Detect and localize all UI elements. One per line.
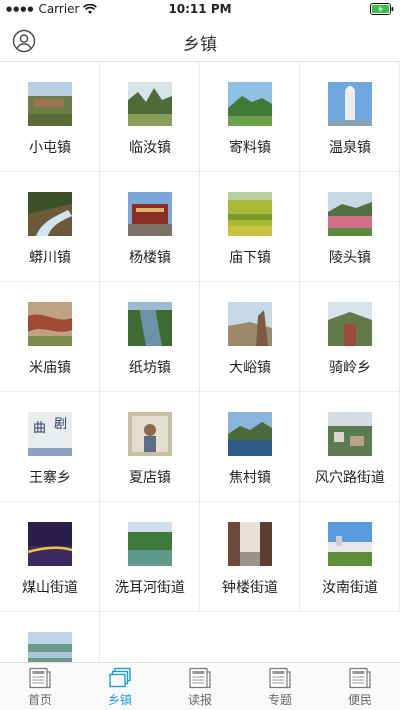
- town-thumbnail: [128, 412, 172, 456]
- town-thumbnail: [128, 82, 172, 126]
- town-label: 夏店镇: [129, 470, 171, 486]
- newspaper-icon: [348, 667, 372, 689]
- town-item-zhifang[interactable]: 纸坊镇: [100, 282, 200, 392]
- town-thumbnail: [28, 192, 72, 236]
- town-thumbnail: [28, 82, 72, 126]
- page-title: 乡镇: [183, 35, 217, 55]
- newspaper-icon: [188, 667, 212, 689]
- town-thumbnail: [328, 412, 372, 456]
- tab-topics[interactable]: 专题: [240, 663, 320, 710]
- town-thumbnail: [328, 82, 372, 126]
- town-item-linru[interactable]: 临汝镇: [100, 62, 200, 172]
- status-bar: ●●●● Carrier 10:11 PM: [0, 0, 400, 20]
- town-item-jiaocun[interactable]: 焦村镇: [200, 392, 300, 502]
- status-right: [370, 3, 394, 15]
- town-item-wenquan[interactable]: 温泉镇: [300, 62, 400, 172]
- town-grid: 小屯镇 临汝镇 寄料镇 温泉镇 蟒川镇 杨楼镇 庙下镇 陵头镇 米庙镇 纸坊镇 …: [0, 62, 400, 662]
- newspaper-icon: [28, 667, 52, 689]
- town-label: 寄料镇: [229, 140, 271, 156]
- town-label: 温泉镇: [329, 140, 371, 156]
- town-label: 小屯镇: [29, 140, 71, 156]
- town-thumbnail: [328, 522, 372, 566]
- town-label: 煤山街道: [22, 580, 78, 596]
- tab-label: 读报: [187, 693, 212, 707]
- town-thumbnail: [328, 302, 372, 346]
- town-label: 蟒川镇: [29, 250, 71, 266]
- town-thumbnail: 曲剧: [28, 412, 72, 456]
- svg-text:剧: 剧: [54, 417, 67, 432]
- tab-bar: 首页 乡镇 读报 专题 便民: [0, 662, 400, 710]
- town-label: 洗耳河街道: [115, 580, 185, 596]
- stacked-pages-icon: [108, 667, 132, 689]
- tab-label: 便民: [347, 693, 372, 707]
- town-item-runan[interactable]: 汝南街道: [300, 502, 400, 612]
- tab-label: 乡镇: [107, 693, 132, 707]
- town-item-xiadian[interactable]: 夏店镇: [100, 392, 200, 502]
- town-item-meishan[interactable]: 煤山街道: [0, 502, 100, 612]
- town-label: 临汝镇: [129, 140, 171, 156]
- town-thumbnail: [128, 302, 172, 346]
- town-item-mangchuan[interactable]: 蟒川镇: [0, 172, 100, 282]
- town-thumbnail: [228, 522, 272, 566]
- town-item-lingtou[interactable]: 陵头镇: [300, 172, 400, 282]
- town-item-fengxuelu[interactable]: 风穴路街道: [300, 392, 400, 502]
- town-thumbnail: [28, 522, 72, 566]
- town-thumbnail: [228, 192, 272, 236]
- tab-label: 专题: [267, 693, 292, 707]
- town-thumbnail: [128, 192, 172, 236]
- town-thumbnail: [128, 522, 172, 566]
- town-label: 焦村镇: [229, 470, 271, 486]
- tab-label: 首页: [27, 693, 52, 707]
- svg-text:曲: 曲: [33, 421, 46, 436]
- town-item-more[interactable]: [0, 612, 100, 662]
- town-label: 风穴路街道: [315, 470, 385, 486]
- town-label: 钟楼街道: [222, 580, 278, 596]
- nav-bar: 乡镇: [0, 20, 400, 62]
- town-label: 汝南街道: [322, 580, 378, 596]
- town-item-xiaotun[interactable]: 小屯镇: [0, 62, 100, 172]
- town-thumbnail: [228, 82, 272, 126]
- town-item-dayu[interactable]: 大峪镇: [200, 282, 300, 392]
- town-thumbnail: [28, 302, 72, 346]
- town-thumbnail: [28, 632, 72, 662]
- town-label: 庙下镇: [229, 250, 271, 266]
- tab-read-paper[interactable]: 读报: [160, 663, 240, 710]
- town-label: 米庙镇: [29, 360, 71, 376]
- town-label: 陵头镇: [329, 250, 371, 266]
- town-item-qiling[interactable]: 骑岭乡: [300, 282, 400, 392]
- town-thumbnail: [328, 192, 372, 236]
- town-thumbnail: [228, 412, 272, 456]
- town-label: 纸坊镇: [129, 360, 171, 376]
- town-item-mimiao[interactable]: 米庙镇: [0, 282, 100, 392]
- status-time: 10:11 PM: [168, 2, 232, 16]
- town-label: 骑岭乡: [329, 360, 371, 376]
- town-label: 杨楼镇: [129, 250, 171, 266]
- newspaper-icon: [268, 667, 292, 689]
- town-item-jiliao[interactable]: 寄料镇: [200, 62, 300, 172]
- town-item-zhonglou[interactable]: 钟楼街道: [200, 502, 300, 612]
- tab-services[interactable]: 便民: [320, 663, 400, 710]
- tab-home[interactable]: 首页: [0, 663, 80, 710]
- town-label: 大峪镇: [229, 360, 271, 376]
- battery-charging-icon: [370, 3, 394, 15]
- town-item-wangzhai[interactable]: 曲剧 王寨乡: [0, 392, 100, 502]
- town-label: 王寨乡: [29, 470, 71, 486]
- town-item-yanglou[interactable]: 杨楼镇: [100, 172, 200, 282]
- tab-towns[interactable]: 乡镇: [80, 663, 160, 710]
- town-item-xierhe[interactable]: 洗耳河街道: [100, 502, 200, 612]
- town-item-miaoxia[interactable]: 庙下镇: [200, 172, 300, 282]
- town-thumbnail: [228, 302, 272, 346]
